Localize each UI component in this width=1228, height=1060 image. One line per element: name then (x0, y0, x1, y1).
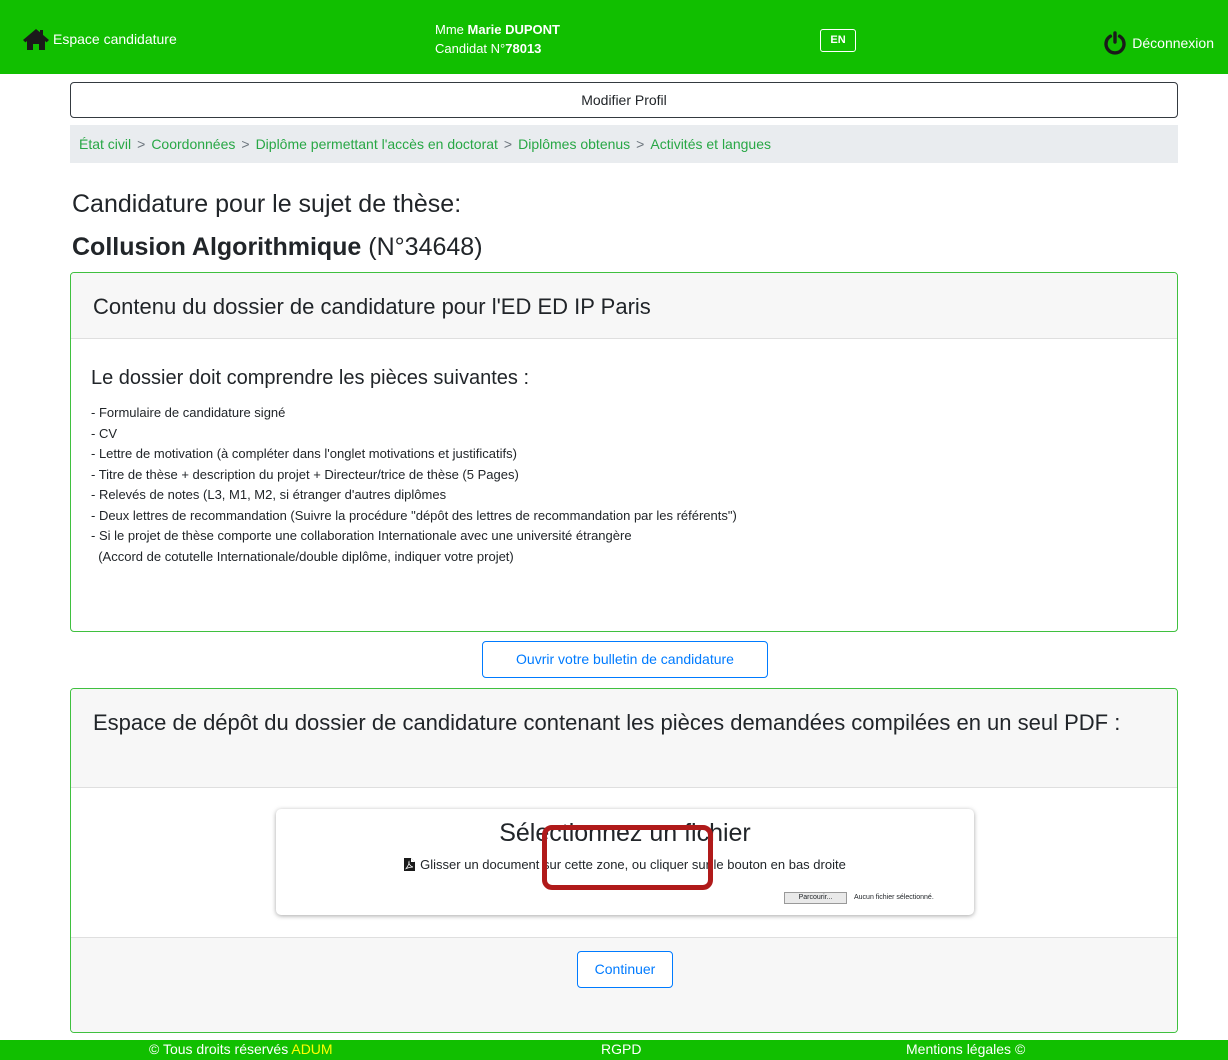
user-info: Mme Marie DUPONT Candidat N°78013 (435, 20, 560, 58)
breadcrumb-diplomes-obtenus[interactable]: Diplômes obtenus (518, 136, 630, 152)
list-item: - Formulaire de candidature signé (91, 405, 286, 420)
upload-card-footer: Continuer (71, 937, 1177, 1032)
power-icon (1104, 31, 1126, 55)
list-item: - CV (91, 425, 117, 441)
breadcrumb: État civil > Coordonnées > Diplôme permettan… (70, 125, 1178, 163)
continue-highlight-box (542, 825, 713, 890)
subject-title: Collusion Algorithmique (72, 233, 362, 261)
breadcrumb-separator: > (241, 136, 250, 152)
home-link[interactable]: Espace candidature (22, 27, 177, 51)
no-file-label: Aucun fichier sélectionné. (854, 894, 934, 901)
upload-card-title: Espace de dépôt du dossier de candidatur… (71, 689, 1177, 788)
breadcrumb-diplome-acces[interactable]: Diplôme permettant l'accès en doctorat (256, 136, 498, 152)
user-civility: Mme (435, 22, 464, 37)
list-item: (Accord de cotutelle Internationale/doub… (91, 548, 514, 564)
adum-link[interactable]: ADUM (291, 1041, 332, 1057)
candidate-number-line: Candidat N°78013 (435, 39, 560, 58)
candidate-number: 78013 (505, 41, 542, 56)
breadcrumb-coordonnees[interactable]: Coordonnées (151, 136, 235, 152)
breadcrumb-activites-langues[interactable]: Activités et langues (650, 136, 771, 152)
breadcrumb-separator: > (137, 136, 146, 152)
logout-link[interactable]: Déconnexion (1103, 31, 1214, 55)
home-icon (23, 29, 49, 50)
continue-button[interactable]: Continuer (577, 951, 673, 988)
user-name-line: Mme Marie DUPONT (435, 20, 560, 39)
dossier-intro: Le dossier doit comprendre les pièces su… (91, 367, 530, 389)
top-navbar: Espace candidature Mme Marie DUPONT Cand… (0, 0, 1228, 74)
logout-label: Déconnexion (1132, 35, 1214, 51)
list-item: - Titre de thèse + description du projet… (91, 466, 519, 482)
list-item: - Relevés de notes (L3, M1, M2, si étran… (91, 487, 447, 502)
breadcrumb-separator: > (636, 136, 645, 152)
user-name: Marie DUPONT (467, 22, 560, 37)
breadcrumb-etat-civil[interactable]: État civil (79, 136, 131, 152)
language-toggle-button[interactable]: EN (820, 29, 856, 52)
list-item: - Si le projet de thèse comporte une col… (91, 528, 632, 543)
dossier-card-body: Le dossier doit comprendre les pièces su… (71, 339, 1177, 567)
home-label: Espace candidature (53, 31, 177, 47)
dossier-content-card: Contenu du dossier de candidature pour l… (70, 272, 1178, 632)
open-bulletin-button[interactable]: Ouvrir votre bulletin de candidature (482, 641, 768, 678)
legal-mentions-link[interactable]: Mentions légales © (906, 1041, 1025, 1057)
rgpd-link[interactable]: RGPD (601, 1041, 641, 1057)
breadcrumb-separator: > (503, 136, 513, 152)
footer: © Tous droits réservés ADUM RGPD Mention… (0, 1040, 1228, 1060)
subject-heading: Candidature pour le sujet de thèse: (72, 190, 462, 218)
dossier-card-title: Contenu du dossier de candidature pour l… (71, 273, 1177, 339)
list-item: - Lettre de motivation (à compléter dans… (91, 446, 517, 461)
required-documents-list: - Formulaire de candidature signé - CV -… (91, 403, 1177, 567)
candidate-prefix: Candidat N° (435, 41, 506, 56)
footer-rights: © Tous droits réservés ADUM (149, 1041, 333, 1057)
rights-text: © Tous droits réservés (149, 1041, 289, 1057)
browse-button[interactable]: Parcourir... (784, 892, 847, 904)
edit-profile-button[interactable]: Modifier Profil (70, 82, 1178, 118)
list-item: - Deux lettres de recommandation (Suivre… (91, 507, 737, 523)
subject-number: (N°34648) (368, 233, 483, 261)
subject-title-line: Collusion Algorithmique (N°34648) (72, 233, 483, 262)
pdf-file-icon (404, 858, 416, 871)
